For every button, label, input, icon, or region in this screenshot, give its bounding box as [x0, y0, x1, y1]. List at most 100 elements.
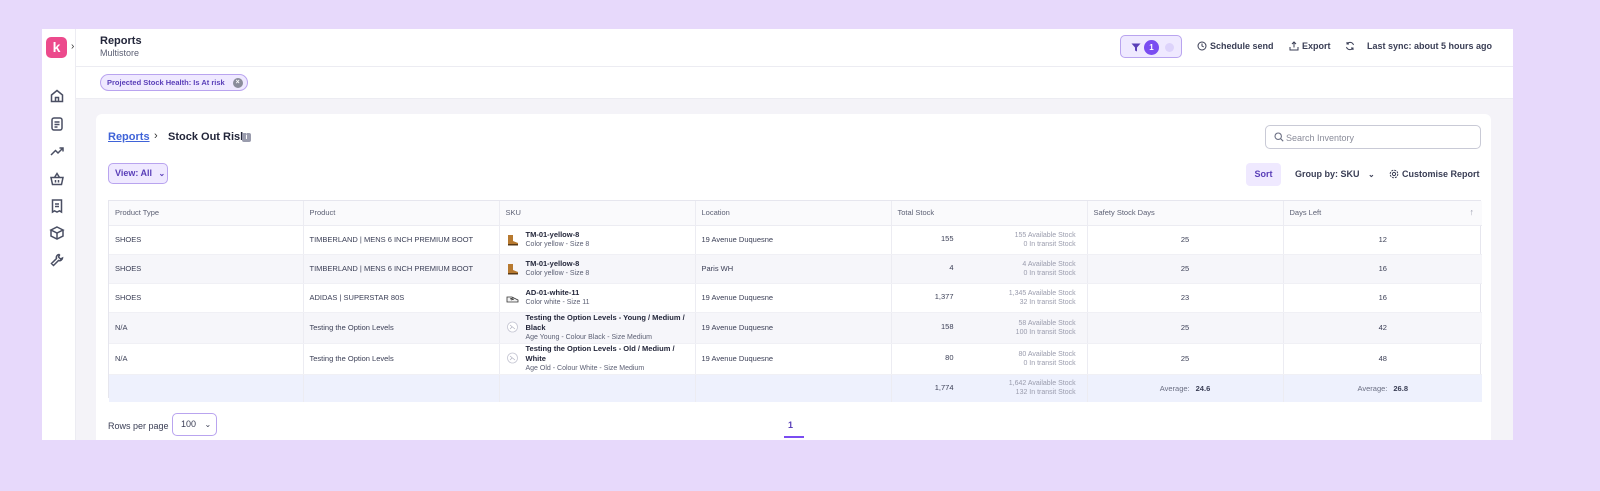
view-select[interactable]: View: All ⌄: [108, 163, 168, 184]
stock-breakdown: 155 Available Stock 0 In transit Stock: [956, 231, 1076, 249]
close-icon[interactable]: ×: [232, 78, 243, 88]
safety-stock-days-cell: 23: [1087, 283, 1284, 313]
table-row[interactable]: SHOES ADIDAS | SUPERSTAR 80S AD-01-white…: [109, 283, 1482, 313]
filter-chip-label: Projected Stock Health: Is At risk: [107, 78, 225, 87]
info-icon[interactable]: i: [242, 133, 251, 142]
available-stock: 1,345 Available Stock: [1008, 289, 1076, 297]
available-stock: 58 Available Stock: [1018, 319, 1076, 327]
transit-stock-sum: 132 In transit Stock: [1015, 389, 1076, 397]
transit-stock: 0 In transit Stock: [1023, 359, 1076, 367]
table-row[interactable]: N/A Testing the Option Levels Testing th…: [109, 343, 1482, 375]
schedule-send-label: Schedule send: [1210, 41, 1274, 51]
sku-variant: Age Old - Colour White - Size Medium: [525, 364, 645, 372]
sku-variant: Color white - Size 11: [525, 298, 590, 306]
column-header-product-type[interactable]: Product Type: [109, 201, 304, 226]
image-placeholder-icon: [506, 352, 518, 363]
sku-variant: Age Young - Colour Black - Size Medium: [525, 333, 652, 341]
total-stock-sum-cell: 1,774 1,642 Available Stock 132 In transi…: [891, 374, 1088, 402]
sort-button[interactable]: Sort: [1246, 163, 1281, 186]
tools-icon[interactable]: [49, 252, 65, 268]
boxes-icon[interactable]: [49, 225, 65, 241]
content-area: Reports › Stock Out Risk i View: All ⌄ S…: [76, 99, 1513, 440]
table-row[interactable]: N/A Testing the Option Levels Testing th…: [109, 312, 1482, 344]
column-header-sku[interactable]: SKU: [499, 201, 696, 226]
schedule-send-button[interactable]: Schedule send: [1197, 41, 1274, 51]
filter-clear-dot[interactable]: [1165, 43, 1174, 52]
filter-icon: [1131, 43, 1141, 52]
table-row[interactable]: SHOES TIMBERLAND | MENS 6 INCH PREMIUM B…: [109, 254, 1482, 284]
rows-per-page-label: Rows per page: [108, 421, 169, 431]
sidebar: k ›: [42, 29, 76, 440]
chevron-right-icon: ›: [154, 130, 158, 142]
days-left-average-cell: Average: 26.8: [1283, 374, 1482, 402]
product-type-cell: N/A: [109, 343, 304, 375]
sku-code: Testing the Option Levels - Young / Medi…: [525, 312, 685, 332]
column-header-days-left-label: Days Left: [1289, 208, 1322, 218]
sidebar-expand-icon[interactable]: ›: [71, 41, 74, 52]
report-card: Reports › Stock Out Risk i View: All ⌄ S…: [96, 114, 1491, 440]
safety-stock-average-cell: Average: 24.6: [1087, 374, 1284, 402]
page-title: Reports: [100, 35, 142, 47]
totals-row: 1,774 1,642 Available Stock 132 In transi…: [109, 374, 1482, 402]
location-cell: 19 Avenue Duquesne: [695, 225, 892, 255]
rows-per-page-select[interactable]: 100 ⌄: [172, 413, 217, 436]
receipt-icon[interactable]: [49, 198, 65, 214]
location-cell: Paris WH: [695, 254, 892, 284]
app-logo[interactable]: k: [46, 37, 67, 58]
column-header-total-stock[interactable]: Total Stock: [891, 201, 1088, 226]
last-sync-text: Last sync: about 5 hours ago: [1367, 41, 1493, 51]
column-header-product[interactable]: Product: [303, 201, 500, 226]
search-box[interactable]: [1265, 125, 1481, 149]
active-filters-bar: Projected Stock Health: Is At risk ×: [76, 67, 1513, 99]
available-stock: 155 Available Stock: [1014, 231, 1076, 239]
empty-cell: [303, 374, 500, 402]
chevron-down-icon: ⌄: [204, 420, 212, 429]
reports-icon[interactable]: [49, 116, 65, 132]
column-header-safety-stock-days[interactable]: Safety Stock Days: [1087, 201, 1284, 226]
available-stock: 4 Available Stock: [1022, 260, 1076, 268]
product-cell: Testing the Option Levels: [303, 312, 500, 344]
location-cell: 19 Avenue Duquesne: [695, 343, 892, 375]
report-title: Stock Out Risk: [168, 131, 247, 143]
customise-report-button[interactable]: Customise Report: [1389, 169, 1480, 179]
sku-code: TM-01-yellow-8: [525, 229, 580, 239]
total-stock-sum: 1,774: [934, 383, 954, 393]
export-label: Export: [1302, 41, 1331, 51]
chevron-down-icon: ⌄: [1368, 170, 1375, 179]
sku-cell: TM-01-yellow-8 Color yellow - Size 8: [499, 225, 696, 255]
location-cell: 19 Avenue Duquesne: [695, 283, 892, 313]
total-stock-cell: 4 4 Available Stock 0 In transit Stock: [891, 254, 1088, 284]
image-placeholder-icon: [506, 321, 518, 332]
export-button[interactable]: Export: [1289, 41, 1331, 51]
trending-icon[interactable]: [49, 143, 65, 159]
page-1-button[interactable]: 1: [788, 420, 793, 430]
safety-stock-days-cell: 25: [1087, 343, 1284, 375]
table-row[interactable]: SHOES TIMBERLAND | MENS 6 INCH PREMIUM B…: [109, 225, 1482, 255]
available-stock: 80 Available Stock: [1018, 350, 1076, 358]
export-icon: [1289, 41, 1299, 51]
total-stock-value: 155: [940, 234, 954, 244]
sku-cell: Testing the Option Levels - Old / Medium…: [499, 343, 696, 375]
sku-code: AD-01-white-11: [525, 287, 580, 297]
breadcrumb-reports-link[interactable]: Reports: [108, 131, 150, 143]
empty-cell: [695, 374, 892, 402]
column-header-location[interactable]: Location: [695, 201, 892, 226]
boot-thumbnail-icon: [507, 263, 518, 274]
column-header-days-left[interactable]: Days Left ↑: [1283, 201, 1482, 226]
home-icon[interactable]: [49, 88, 65, 104]
search-input[interactable]: [1286, 129, 1474, 146]
view-select-label: View: All: [115, 168, 153, 178]
refresh-button[interactable]: [1345, 41, 1358, 51]
sort-ascending-icon[interactable]: ↑: [1470, 207, 1475, 217]
filter-button[interactable]: 1: [1120, 35, 1182, 58]
active-page-indicator: [784, 436, 804, 438]
group-by-select[interactable]: Group by: SKU ⌄: [1295, 169, 1375, 179]
days-left-average: 26.8: [1393, 383, 1408, 393]
sku-cell: Testing the Option Levels - Young / Medi…: [499, 312, 696, 344]
clock-icon: [1197, 41, 1207, 51]
basket-icon[interactable]: [49, 171, 65, 187]
product-type-cell: SHOES: [109, 283, 304, 313]
transit-stock: 0 In transit Stock: [1023, 269, 1076, 277]
filter-chip[interactable]: Projected Stock Health: Is At risk ×: [100, 74, 248, 91]
days-left-cell: 48: [1283, 343, 1482, 375]
